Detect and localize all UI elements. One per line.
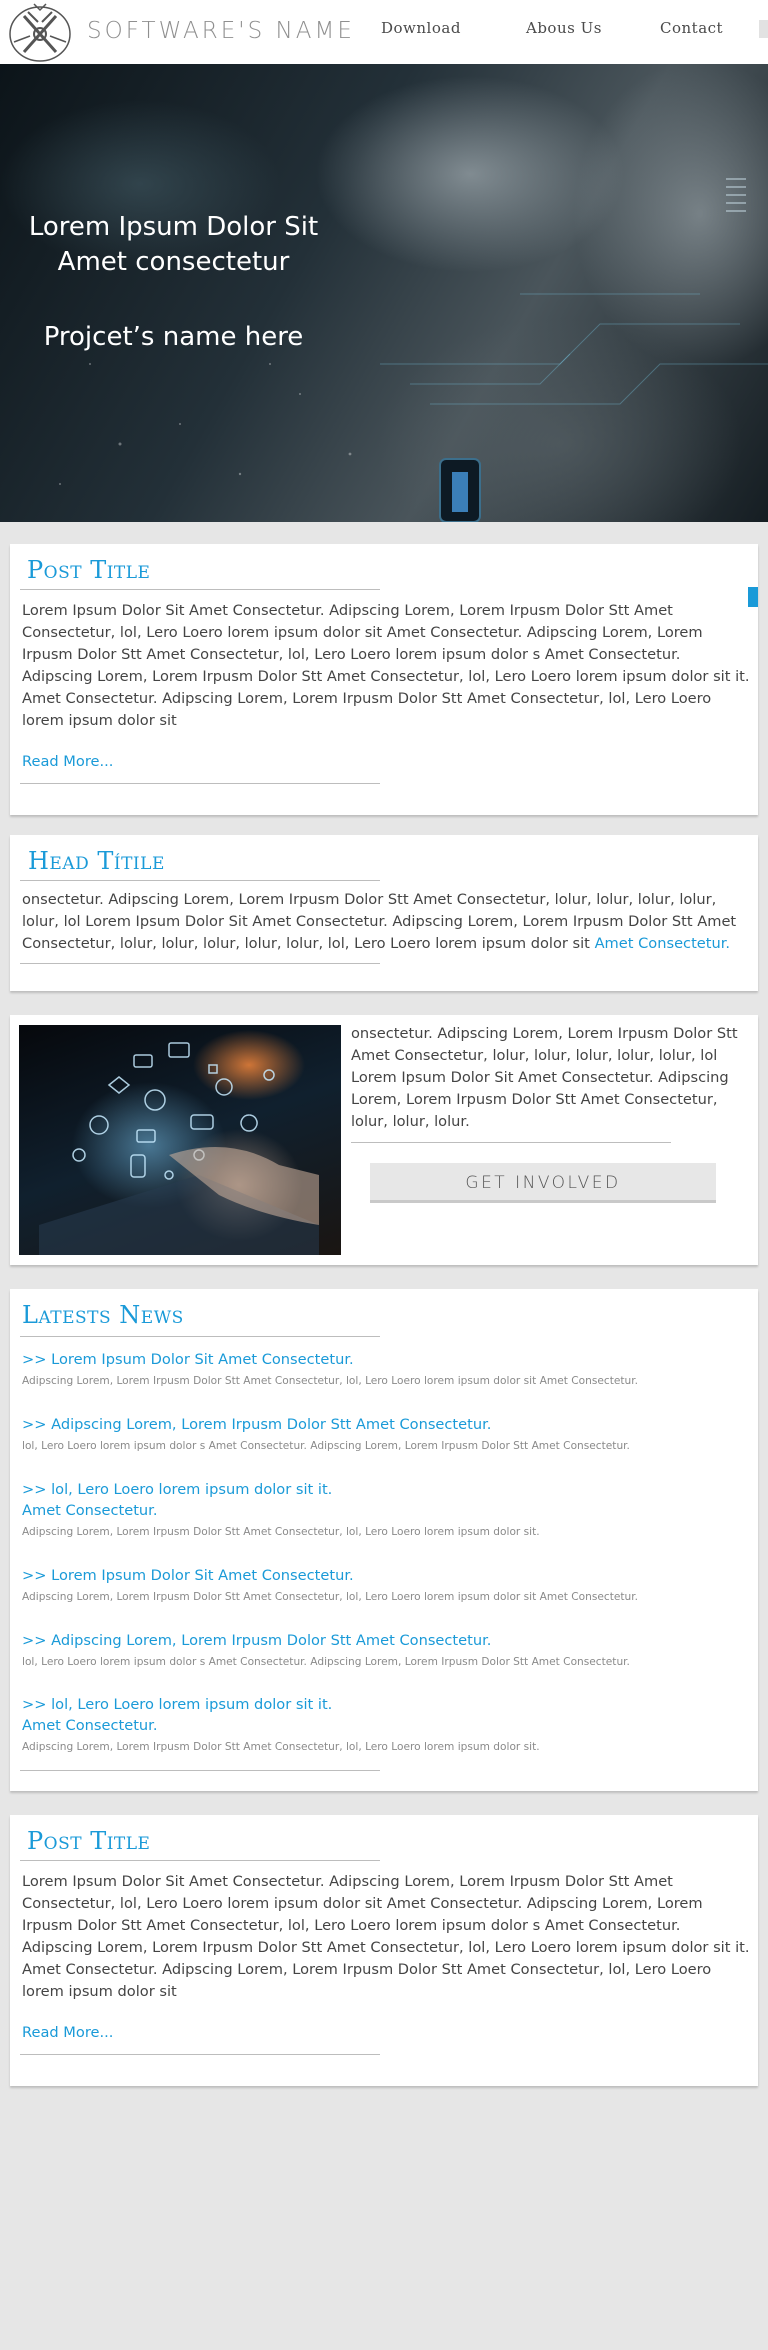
news-item-headline-line1: >> lol, Lero Loero lorem ipsum dolor sit… <box>22 1696 333 1713</box>
feature-image <box>19 1025 341 1255</box>
title-divider <box>20 589 380 590</box>
post-body-1-paragraph-2: Amet Consectetur. Adipscing Lorem, Lorem… <box>22 690 712 729</box>
news-item-headline[interactable]: >> lol, Lero Loero lorem ipsum dolor sit… <box>22 1694 332 1736</box>
news-item-headline[interactable]: >> Adipscing Lorem, Lorem Irpusm Dolor S… <box>22 1630 491 1651</box>
post-title-2: Post Title <box>27 1827 151 1855</box>
feature-body: onsectetur. Adipscing Lorem, Lorem Irpus… <box>351 1025 738 1130</box>
feature-divider <box>351 1142 671 1143</box>
news-item-text: Adipscing Lorem, Lorem Irpusm Dolor Stt … <box>22 1375 638 1387</box>
head-body-link[interactable]: Amet Consectetur. <box>595 935 730 952</box>
hero-title: Lorem Ipsum Dolor Sit Amet consectetur <box>0 210 347 280</box>
bottom-divider <box>20 963 380 964</box>
read-more-link-2[interactable]: Read More... <box>22 2024 113 2041</box>
post-body-1: Lorem Ipsum Dolor Sit Amet Consectetur. … <box>22 600 752 732</box>
news-item-headline-line1: >> lol, Lero Loero lorem ipsum dolor sit… <box>22 1481 333 1498</box>
header-edge-decoration <box>759 20 768 38</box>
post-card-1: Post Title Lorem Ipsum Dolor Sit Amet Co… <box>10 544 758 815</box>
head-title: Head Títile <box>28 847 165 875</box>
hero-tech-graphic <box>59 178 768 522</box>
head-card: Head Títile onsectetur. Adipscing Lorem,… <box>10 835 758 991</box>
nav-contact-link[interactable]: Contact <box>660 19 723 37</box>
news-item-text: lol, Lero Loero lorem ipsum dolor s Amet… <box>22 1656 630 1668</box>
nav-download-link[interactable]: Download <box>381 19 461 37</box>
news-item-headline[interactable]: >> Lorem Ipsum Dolor Sit Amet Consectetu… <box>22 1565 354 1586</box>
post-body-1-paragraph: Lorem Ipsum Dolor Sit Amet Consectetur. … <box>22 602 750 685</box>
post-body-2-paragraph-2: Amet Consectetur. Adipscing Lorem, Lorem… <box>22 1961 712 2000</box>
nav-about-link[interactable]: Abous Us <box>526 19 602 37</box>
logo-icon[interactable] <box>8 2 74 62</box>
hero-subtitle: Projcet’s name here <box>43 322 304 352</box>
hero-title-line1: Lorem Ipsum Dolor Sit <box>28 212 319 242</box>
post-body-2: Lorem Ipsum Dolor Sit Amet Consectetur. … <box>22 1871 752 2003</box>
title-divider <box>20 1860 380 1861</box>
title-divider <box>20 880 380 881</box>
site-header: SOFTWARE'S NAME Download Abous Us Contac… <box>0 0 768 64</box>
news-item-headline[interactable]: >> lol, Lero Loero lorem ipsum dolor sit… <box>22 1479 332 1521</box>
post-card-2: Post Title Lorem Ipsum Dolor Sit Amet Co… <box>10 1815 758 2086</box>
bottom-divider <box>20 2054 380 2055</box>
bottom-divider <box>20 783 380 784</box>
news-item-text: Adipscing Lorem, Lorem Irpusm Dolor Stt … <box>22 1741 540 1753</box>
head-body: onsectetur. Adipscing Lorem, Lorem Irpus… <box>22 889 756 955</box>
news-item-headline[interactable]: >> Lorem Ipsum Dolor Sit Amet Consectetu… <box>22 1349 354 1370</box>
hero-title-line2: Amet consectetur <box>57 247 290 277</box>
scroll-marker[interactable] <box>748 587 758 607</box>
title-divider <box>20 1336 380 1337</box>
hero-banner: Lorem Ipsum Dolor Sit Amet consectetur P… <box>0 64 768 522</box>
post-body-2-paragraph: Lorem Ipsum Dolor Sit Amet Consectetur. … <box>22 1873 750 1956</box>
bottom-divider <box>20 1770 380 1771</box>
news-title: Latests News <box>22 1301 184 1329</box>
news-item-text: Adipscing Lorem, Lorem Irpusm Dolor Stt … <box>22 1591 638 1603</box>
news-card: Latests News >> Lorem Ipsum Dolor Sit Am… <box>10 1289 758 1791</box>
tablet-touch-illustration <box>39 1042 319 1255</box>
get-involved-button[interactable]: GET INVOLVED <box>370 1163 716 1203</box>
news-item-text: Adipscing Lorem, Lorem Irpusm Dolor Stt … <box>22 1526 540 1538</box>
feature-card: onsectetur. Adipscing Lorem, Lorem Irpus… <box>10 1015 758 1265</box>
read-more-link-1[interactable]: Read More... <box>22 753 113 770</box>
brand-name: SOFTWARE'S NAME <box>87 18 355 44</box>
post-title-1: Post Title <box>27 556 151 584</box>
news-item-headline-line2: Amet Consectetur. <box>22 1502 158 1519</box>
news-item-headline[interactable]: >> Adipscing Lorem, Lorem Irpusm Dolor S… <box>22 1414 491 1435</box>
news-item-text: lol, Lero Loero lorem ipsum dolor s Amet… <box>22 1440 630 1452</box>
news-item-headline-line2: Amet Consectetur. <box>22 1717 158 1734</box>
